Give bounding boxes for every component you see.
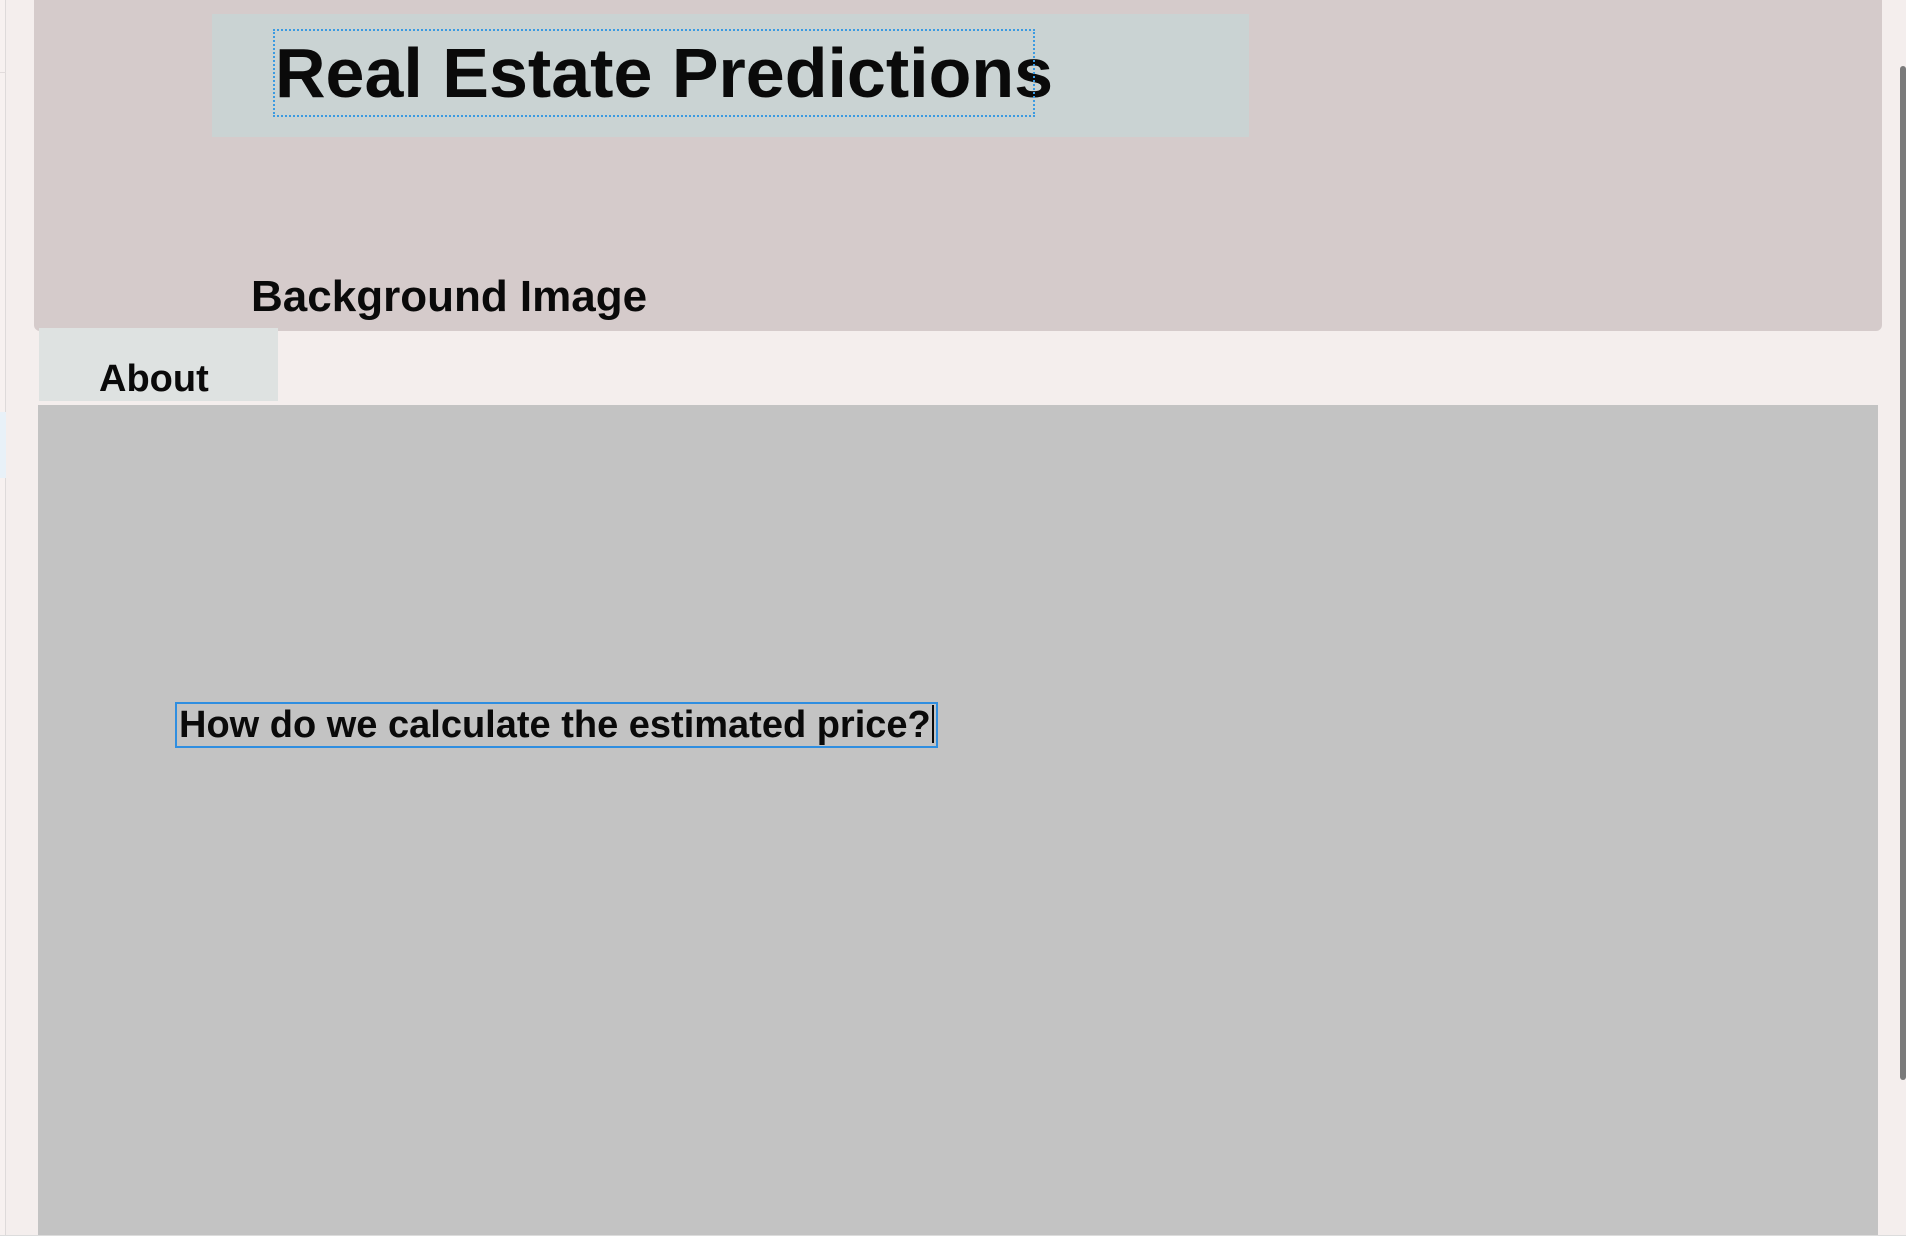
left-rail-divider — [0, 72, 6, 73]
question-text-field[interactable]: How do we calculate the estimated price? — [175, 702, 938, 748]
tab-about[interactable]: About — [39, 328, 278, 401]
left-rail-highlight — [0, 412, 6, 478]
tab-about-label: About — [99, 358, 209, 400]
text-caret — [931, 705, 934, 743]
background-image-label: Background Image — [251, 272, 648, 321]
left-rail — [0, 0, 6, 1235]
question-text: How do we calculate the estimated price? — [179, 704, 931, 746]
scrollbar-thumb[interactable] — [1900, 66, 1906, 1080]
about-content-panel — [38, 405, 1878, 1235]
page-title[interactable]: Real Estate Predictions — [273, 29, 1053, 117]
page-canvas: Real Estate Predictions Background Image… — [0, 0, 1906, 1235]
